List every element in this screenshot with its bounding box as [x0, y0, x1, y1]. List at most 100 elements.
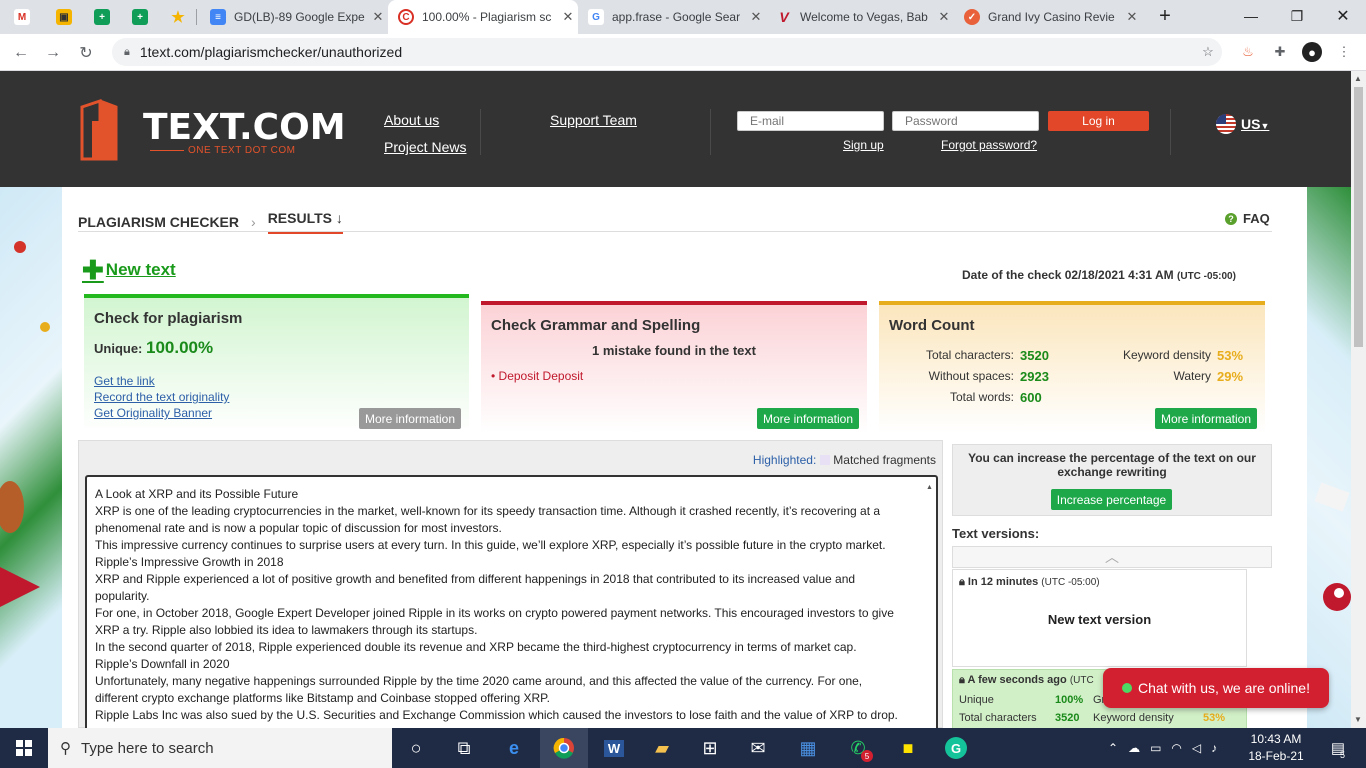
new-tab-button[interactable]: +	[1142, 0, 1188, 32]
gmail-pinned-tab[interactable]: M	[14, 9, 30, 25]
scroll-up-icon[interactable]: ▲	[1354, 74, 1362, 83]
battery-icon[interactable]: ▭	[1150, 741, 1161, 755]
edge-icon[interactable]: e	[490, 728, 538, 768]
tab-google-search[interactable]: G app.frase - Google Sear ✕	[578, 0, 766, 34]
file-explorer-icon[interactable]: ▰	[638, 728, 686, 768]
project-news-link[interactable]: Project News	[384, 139, 466, 155]
page-scrollbar[interactable]: ▲ ▼	[1351, 71, 1366, 728]
chevron-up-icon[interactable]: ⌃	[1108, 741, 1118, 755]
scroll-up-icon[interactable]: ▲	[926, 479, 934, 491]
restore-button[interactable]: ❐	[1274, 0, 1320, 32]
version-time: 🔒︎ A few seconds ago (UTC	[959, 674, 1094, 687]
live-chat-button[interactable]: Chat with us, we are online!	[1103, 668, 1329, 708]
speaker-icon[interactable]: ♪	[1211, 741, 1217, 755]
puzzle-extensions-icon[interactable]: ✚	[1270, 42, 1290, 62]
version-unique-label: Unique	[959, 694, 994, 706]
language-selector[interactable]: US▼	[1241, 116, 1269, 132]
volume-icon[interactable]: ◁	[1192, 741, 1201, 755]
sheets-pinned-tab[interactable]: +	[94, 9, 110, 25]
header-divider	[1170, 109, 1171, 155]
breadcrumb-plagiarism-checker[interactable]: PLAGIARISM CHECKER	[78, 214, 239, 230]
lock-icon: 🔒︎	[959, 576, 965, 588]
new-text-link[interactable]: ✚ New text	[82, 257, 176, 283]
forgot-password-link[interactable]: Forgot password?	[941, 138, 1037, 152]
checked-text-area[interactable]: ▲ A Look at XRP and its Possible Future …	[85, 475, 938, 728]
logo-icon[interactable]	[78, 99, 120, 161]
text-versions-label: Text versions:	[952, 526, 1040, 541]
logo-text[interactable]: TEXT.COM	[143, 107, 346, 148]
version-time-label: In 12 minutes	[967, 576, 1039, 588]
password-field[interactable]	[892, 111, 1039, 131]
scrollbar-thumb[interactable]	[1354, 87, 1363, 347]
star-bookmark-icon[interactable]: ☆	[1198, 42, 1218, 62]
close-window-button[interactable]: ✕	[1320, 0, 1366, 32]
fire-extension-icon[interactable]: ♨	[1238, 42, 1258, 62]
grammarly-icon[interactable]: G	[932, 728, 980, 768]
task-view-icon[interactable]: ⧉	[440, 728, 488, 768]
about-us-link[interactable]: About us	[384, 112, 439, 128]
minimize-button[interactable]: —	[1228, 0, 1274, 32]
version-time: 🔒︎ In 12 minutes (UTC -05:00)	[959, 576, 1100, 589]
chrome-icon[interactable]	[540, 728, 588, 768]
cloud-icon[interactable]: ☁	[1128, 741, 1140, 755]
faq-link[interactable]: ? FAQ	[1225, 211, 1270, 226]
news-icon[interactable]: ▦	[784, 728, 832, 768]
plagiarism-more-info-button[interactable]: More information	[358, 408, 461, 429]
close-tab-icon[interactable]: ✕	[934, 9, 954, 25]
back-arrow-icon[interactable]: ←	[8, 40, 34, 66]
pinned-tab-2[interactable]: ▣	[56, 9, 72, 25]
email-field[interactable]	[737, 111, 884, 131]
notifications-icon[interactable]: ▤ 5	[1318, 728, 1358, 768]
profile-avatar[interactable]: ●	[1302, 42, 1322, 62]
wifi-icon[interactable]: ◠	[1171, 741, 1181, 755]
text-line: Ripple’s Downfall in 2020	[95, 657, 230, 671]
originality-banner-link[interactable]: Get Originality Banner	[94, 406, 212, 420]
menu-dots-icon[interactable]: ⋮	[1334, 42, 1354, 62]
grammarly-logo-icon: G	[945, 737, 967, 759]
grammar-error-item[interactable]: • Deposit Deposit	[491, 369, 583, 383]
keyword-density-label: Keyword density	[1122, 348, 1211, 362]
tab-grand-ivy[interactable]: ✓ Grand Ivy Casino Revie ✕	[954, 0, 1142, 34]
version-time-label: A few seconds ago	[967, 674, 1067, 686]
url-text: 1text.com/plagiarismchecker/unauthorized	[139, 44, 403, 60]
tab-divider	[196, 9, 197, 25]
clock-time: 10:43 AM	[1250, 732, 1302, 746]
login-button[interactable]: Log in	[1048, 111, 1149, 131]
tab-plagiarism-checker[interactable]: C 100.00% - Plagiarism sc ✕	[388, 0, 578, 34]
system-tray: ⌃ ☁ ▭ ◠ ◁ ♪	[1108, 728, 1217, 768]
sign-up-link[interactable]: Sign up	[843, 138, 884, 152]
sheets-pinned-tab-2[interactable]: +	[132, 9, 148, 25]
whatsapp-icon[interactable]: ✆ 5	[834, 728, 882, 768]
close-tab-icon[interactable]: ✕	[1122, 9, 1142, 25]
version-name: New text version	[1047, 612, 1152, 627]
close-tab-icon[interactable]: ✕	[558, 9, 578, 25]
taskbar-search[interactable]: ⚲ Type here to search	[48, 728, 392, 768]
clock[interactable]: 10:43 AM 18-Feb-21	[1248, 731, 1304, 765]
windows-start-icon[interactable]	[0, 728, 48, 768]
bookmark-pinned-tab[interactable]: ★	[170, 9, 186, 26]
forward-arrow-icon[interactable]: →	[40, 40, 66, 66]
scroll-down-icon[interactable]: ▼	[1354, 715, 1362, 724]
docs-icon: ≡	[210, 9, 226, 25]
chevron-up-icon[interactable]: ︿	[952, 546, 1272, 568]
url-bar[interactable]: 🔒︎ 1text.com/plagiarismchecker/unauthori…	[112, 38, 1222, 66]
support-team-link[interactable]: Support Team	[550, 112, 637, 128]
word-count-more-info-button[interactable]: More information	[1154, 408, 1257, 429]
close-tab-icon[interactable]: ✕	[368, 9, 388, 25]
record-originality-link[interactable]: Record the text originality	[94, 390, 229, 404]
mail-icon[interactable]: ✉	[734, 728, 782, 768]
sticky-notes-icon[interactable]: ■	[884, 728, 932, 768]
get-link-link[interactable]: Get the link	[94, 374, 155, 388]
increase-percentage-button[interactable]: Increase percentage	[1051, 489, 1172, 510]
text-line: XRP is one of the leading cryptocurrenci…	[95, 504, 881, 518]
tab-vegas[interactable]: V Welcome to Vegas, Bab ✕	[766, 0, 954, 34]
us-flag-icon[interactable]	[1216, 114, 1236, 134]
word-icon[interactable]: W	[590, 728, 638, 768]
cortana-icon[interactable]: ○	[392, 728, 440, 768]
tab-google-docs[interactable]: ≡ GD(LB)-89 Google Expe ✕	[200, 0, 388, 34]
store-icon[interactable]: ⊞	[686, 728, 734, 768]
reload-icon[interactable]: ↻	[73, 40, 99, 66]
text-version-item[interactable]: 🔒︎ In 12 minutes (UTC -05:00) New text v…	[952, 569, 1247, 667]
grammar-more-info-button[interactable]: More information	[756, 408, 859, 429]
close-tab-icon[interactable]: ✕	[746, 9, 766, 25]
